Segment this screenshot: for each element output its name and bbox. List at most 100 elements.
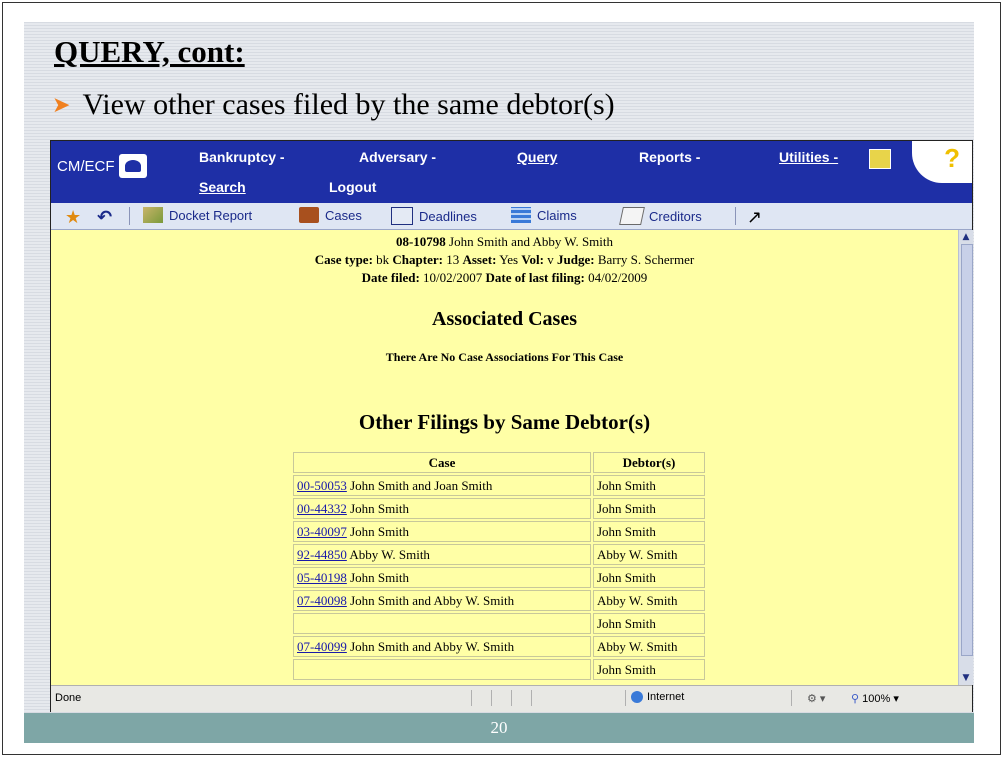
zoom-dropdown-icon: ▾ <box>893 693 899 705</box>
statusbar-divider <box>791 690 792 706</box>
case-type-value: bk <box>376 252 390 267</box>
docket-report-icon <box>143 207 163 223</box>
menu-search[interactable]: Search <box>199 179 246 195</box>
debtor-cell: Abby W. Smith <box>593 590 705 611</box>
scroll-down-arrow-icon[interactable]: ▼ <box>961 673 971 683</box>
case-number-link[interactable]: 92-44850 <box>297 547 347 562</box>
date-filed-label: Date filed: <box>361 270 420 285</box>
case-header-line: 08-10798 John Smith and Abby W. Smith <box>51 234 958 250</box>
creditors-button[interactable]: Creditors <box>619 207 702 225</box>
table-row: 92-44850 Abby W. Smith Abby W. Smith <box>293 544 705 565</box>
docket-report-button[interactable]: Docket Report <box>143 207 252 223</box>
zone-label: Internet <box>647 691 685 703</box>
zoom-control[interactable]: ⚲ 100% ▾ <box>851 692 899 705</box>
debtor-cell: Abby W. Smith <box>593 636 705 657</box>
zoom-magnifier-icon: ⚲ <box>851 693 860 705</box>
case-cell: 03-40097 John Smith <box>293 521 591 542</box>
case-type-label: Case type: <box>314 252 373 267</box>
debtor-cell: John Smith <box>593 659 705 680</box>
menu-bankruptcy[interactable]: Bankruptcy - <box>199 149 285 165</box>
app-menubar: CM/ECF Bankruptcy - Adversary - Query Re… <box>51 141 972 203</box>
clock-icon <box>391 207 413 225</box>
asset-value: Yes <box>499 252 519 267</box>
case-dates-line: Date filed: 10/02/2007 Date of last fili… <box>51 270 958 286</box>
other-filings-table: Case Debtor(s) 00-50053 John Smith and J… <box>291 450 707 682</box>
case-name: Abby W. Smith <box>349 546 430 562</box>
toolbar-divider <box>129 207 130 225</box>
case-debtors: John Smith and Abby W. Smith <box>449 234 614 249</box>
case-name: John Smith and Abby W. Smith <box>350 592 515 608</box>
briefcase-icon <box>299 207 319 223</box>
docket-report-label: Docket Report <box>169 207 253 223</box>
claims-button[interactable]: Claims <box>511 207 577 223</box>
other-filings-heading: Other Filings by Same Debtor(s) <box>358 410 651 434</box>
case-name: John Smith <box>350 523 409 539</box>
chapter-label: Chapter: <box>392 252 443 267</box>
debtor-cell: John Smith <box>593 498 705 519</box>
cases-label: Cases <box>325 207 362 223</box>
debtor-cell: Abby W. Smith <box>593 544 705 565</box>
bullet-text: View other cases filed by the same debto… <box>82 88 615 121</box>
debtors-column-header: Debtor(s) <box>593 452 705 473</box>
case-number-link[interactable]: 05-40198 <box>297 570 347 585</box>
case-name: John Smith and Joan Smith <box>350 477 493 493</box>
case-number-link[interactable]: 00-50053 <box>297 478 347 493</box>
case-number-link[interactable]: 07-40099 <box>297 639 347 654</box>
table-row: 03-40097 John Smith John Smith <box>293 521 705 542</box>
menu-reports[interactable]: Reports - <box>639 149 700 165</box>
help-tab[interactable] <box>912 141 972 183</box>
table-row: 07-40098 John Smith and Abby W. Smith Ab… <box>293 590 705 611</box>
statusbar-divider <box>511 690 512 706</box>
chapter-value: 13 <box>446 252 460 267</box>
associated-cases-note: There Are No Case Associations For This … <box>385 350 624 364</box>
case-cell: 00-44332 John Smith <box>293 498 591 519</box>
favorites-star-icon[interactable]: ★ <box>65 207 81 228</box>
cases-button[interactable]: Cases <box>299 207 362 223</box>
logo-text: CM/ECF <box>57 157 115 175</box>
menu-logout[interactable]: Logout <box>329 179 376 195</box>
case-number-link[interactable]: 07-40098 <box>297 593 347 608</box>
back-arrow-icon[interactable]: ↶ <box>97 207 112 228</box>
bullet-arrow-icon: ➤ <box>52 92 71 118</box>
debtor-cell: John Smith <box>593 613 705 634</box>
case-content-area: 08-10798 John Smith and Abby W. Smith Ca… <box>51 230 958 685</box>
case-name: John Smith and Abby W. Smith <box>350 638 515 654</box>
internet-globe-icon <box>631 691 643 704</box>
debtor-cell: John Smith <box>593 521 705 542</box>
toolbar-divider <box>735 207 736 225</box>
security-zone[interactable]: Internet <box>631 691 685 704</box>
vol-value: v <box>547 252 554 267</box>
asset-label: Asset: <box>462 252 497 267</box>
protected-mode-icon[interactable]: ⚙ ▾ <box>807 692 825 705</box>
cmecf-logo[interactable]: CM/ECF <box>57 151 167 181</box>
menu-utilities[interactable]: Utilities - <box>779 149 838 165</box>
court-seal-icon <box>118 154 147 178</box>
table-header-row: Case Debtor(s) <box>293 452 705 473</box>
associated-cases-heading: Associated Cases <box>432 308 577 330</box>
claims-label: Claims <box>537 207 577 223</box>
deadlines-button[interactable]: Deadlines <box>391 207 477 225</box>
statusbar-divider <box>471 690 472 706</box>
case-number-link[interactable]: 00-44332 <box>297 501 347 516</box>
slide-bullet: ➤ View other cases filed by the same deb… <box>52 88 615 122</box>
browser-statusbar: Done Internet ⚙ ▾ ⚲ 100% ▾ <box>51 685 972 712</box>
help-icon[interactable]: ? <box>944 143 960 174</box>
statusbar-divider <box>531 690 532 706</box>
case-number-link[interactable]: 03-40097 <box>297 524 347 539</box>
statusbar-divider <box>491 690 492 706</box>
case-name: John Smith <box>350 500 409 516</box>
debtor-cell: John Smith <box>593 475 705 496</box>
scrollbar-thumb[interactable] <box>961 244 973 656</box>
creditors-notepad-icon <box>619 207 645 225</box>
case-cell <box>293 613 591 634</box>
menu-query[interactable]: Query <box>517 149 557 165</box>
edit-icon[interactable] <box>869 149 891 169</box>
hammer-icon[interactable]: ↗ <box>747 207 762 228</box>
menu-adversary[interactable]: Adversary - <box>359 149 436 165</box>
claims-stack-icon <box>511 207 531 223</box>
scroll-up-arrow-icon[interactable]: ▲ <box>961 232 971 242</box>
vertical-scrollbar[interactable]: ▲ ▼ <box>958 230 973 685</box>
case-cell: 07-40099 John Smith and Abby W. Smith <box>293 636 591 657</box>
deadlines-label: Deadlines <box>419 208 477 224</box>
slide-footer: 20 <box>24 713 974 743</box>
